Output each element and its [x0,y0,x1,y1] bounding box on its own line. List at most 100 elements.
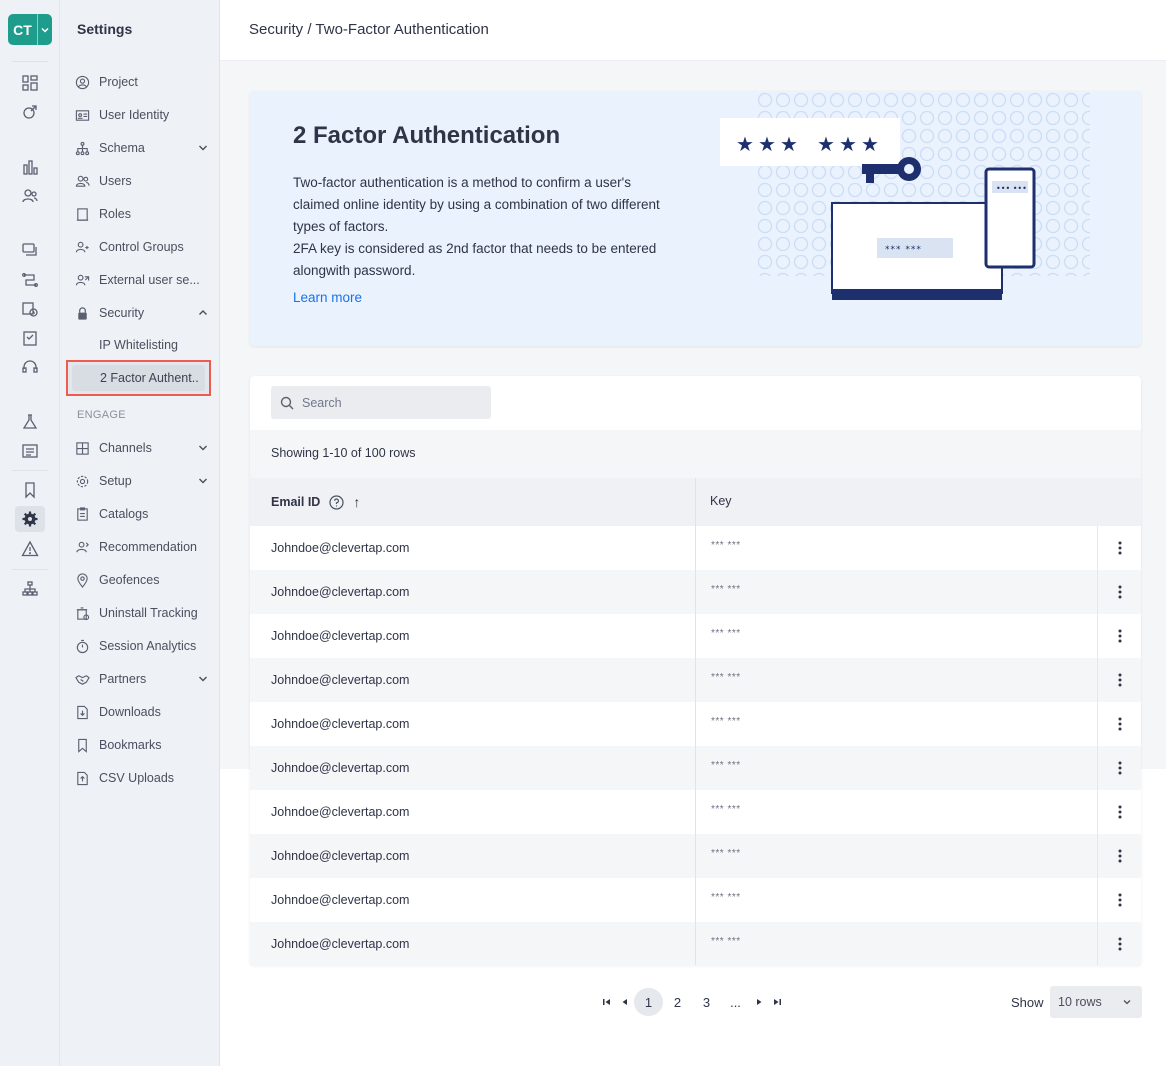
kebab-menu-icon[interactable] [1110,670,1130,690]
key-cell: *** *** [711,892,741,903]
svg-text:★: ★ [817,132,835,156]
svg-text:★: ★ [758,132,776,156]
email-cell: Johndoe@clevertap.com [271,937,410,951]
show-rows-label: Show [1011,995,1044,1010]
help-circle-icon[interactable] [329,494,344,510]
rows-per-page-value: 10 rows [1058,995,1102,1009]
reports-icon[interactable] [15,438,45,464]
schedule-icon[interactable] [15,296,45,322]
bookmark-icon[interactable] [15,477,45,503]
chevron-down-icon [38,25,52,35]
kebab-menu-icon[interactable] [1110,582,1130,602]
column-divider [695,478,696,965]
email-cell: Johndoe@clevertap.com [271,761,410,775]
experiment-flask-icon[interactable] [15,409,45,435]
info-banner: 2 Factor Authentication Two-factor authe… [250,91,1141,346]
kebab-menu-icon[interactable] [1110,714,1130,734]
key-cell: *** *** [711,804,741,815]
svg-text:*** ***: *** *** [885,245,922,255]
showing-count-text: Showing 1-10 of 100 rows [271,446,416,460]
email-cell: Johndoe@clevertap.com [271,541,410,555]
previous-page-icon[interactable] [616,988,634,1016]
svg-text:★: ★ [736,132,754,156]
brand-logo: CT [13,21,32,38]
page-button-3[interactable]: 3 [692,988,721,1016]
external-users-icon [73,271,91,289]
segments-icon[interactable] [15,183,45,209]
sidebar-item-users[interactable]: Users [73,168,211,194]
checklist-icon[interactable] [15,325,45,351]
settings-sidebar: Settings Project User Identity Schema Us… [60,0,220,1066]
search-box[interactable] [271,386,491,419]
chevron-down-icon [1122,996,1132,1010]
page-button-2[interactable]: 2 [663,988,692,1016]
bar-chart-icon[interactable] [15,154,45,180]
sidebar-item-security[interactable]: Security [73,300,211,326]
headset-icon[interactable] [15,354,45,380]
key-cell: *** *** [711,848,741,859]
lock-icon [73,304,91,322]
page-button-1[interactable]: 1 [634,988,663,1016]
settings-gear-icon[interactable] [15,506,45,532]
org-hierarchy-icon[interactable] [15,576,45,602]
sidebar-item-schema[interactable]: Schema [73,135,211,161]
kebab-menu-icon[interactable] [1110,802,1130,822]
kebab-menu-icon[interactable] [1110,934,1130,954]
email-cell: Johndoe@clevertap.com [271,629,410,643]
sidebar-subitem-ip-whitelisting[interactable]: IP Whitelisting [99,338,178,352]
showing-bar: Showing 1-10 of 100 rows [250,430,1141,478]
sidebar-item-user-identity[interactable]: User Identity [73,102,211,128]
column-header-email[interactable]: Email ID ↑ [271,494,360,510]
sidebar-item-project[interactable]: Project [73,69,211,95]
key-cell: *** *** [711,540,741,551]
banner-description-line2: 2FA key is considered as 2nd factor that… [293,241,657,278]
project-icon [73,73,91,91]
search-icon [280,396,294,409]
search-input[interactable] [302,395,482,410]
kebab-menu-icon[interactable] [1110,626,1130,646]
svg-text:★: ★ [780,132,798,156]
svg-text:••• •••: ••• ••• [996,184,1027,193]
sidebar-title: Settings [77,21,133,37]
pagination: 1 2 3 ... [598,988,786,1016]
schema-icon [73,139,91,157]
key-cell: *** *** [711,936,741,947]
next-page-icon[interactable] [750,988,768,1016]
rows-per-page-select[interactable]: 10 rows [1050,986,1142,1018]
kebab-menu-icon[interactable] [1110,846,1130,866]
banner-title: 2 Factor Authentication [293,122,561,149]
analytics-icon[interactable] [15,99,45,125]
chevron-up-icon [195,308,211,318]
first-page-icon[interactable] [598,988,616,1016]
email-cell: Johndoe@clevertap.com [271,805,410,819]
email-cell: Johndoe@clevertap.com [271,585,410,599]
brand-switcher[interactable]: CT [8,14,52,45]
sidebar-subitem-2fa[interactable]: 2 Factor Authent.. [72,365,205,391]
page-ellipsis: ... [730,994,741,1010]
sidebar-item-external-users[interactable]: External user se... [73,267,211,293]
learn-more-link[interactable]: Learn more [293,290,362,305]
svg-text:★: ★ [861,132,879,156]
column-header-key: Key [710,494,732,508]
email-cell: Johndoe@clevertap.com [271,673,410,687]
users-icon [73,172,91,190]
sidebar-subitem-2fa-highlight[interactable]: 2 Factor Authent.. [66,360,211,396]
kebab-menu-icon[interactable] [1110,758,1130,778]
email-cell: Johndoe@clevertap.com [271,849,410,863]
email-cell: Johndoe@clevertap.com [271,893,410,907]
sort-ascending-icon[interactable]: ↑ [353,494,360,510]
journeys-icon[interactable] [15,267,45,293]
dashboard-icon[interactable] [15,70,45,96]
top-header: Security / Two-Factor Authentication [220,0,1166,61]
warning-icon[interactable] [15,536,45,562]
sidebar-item-roles[interactable]: Roles [73,201,211,227]
two-factor-table-card: Showing 1-10 of 100 rows Email ID ↑ Key … [250,376,1141,966]
campaigns-icon[interactable] [15,237,45,263]
sidebar-item-control-groups[interactable]: Control Groups [73,234,211,260]
banner-description-line1: Two-factor authentication is a method to… [293,175,660,234]
breadcrumb: Security / Two-Factor Authentication [249,21,489,38]
kebab-menu-icon[interactable] [1110,890,1130,910]
last-page-icon[interactable] [768,988,786,1016]
kebab-menu-icon[interactable] [1110,538,1130,558]
chevron-down-icon [195,143,211,153]
